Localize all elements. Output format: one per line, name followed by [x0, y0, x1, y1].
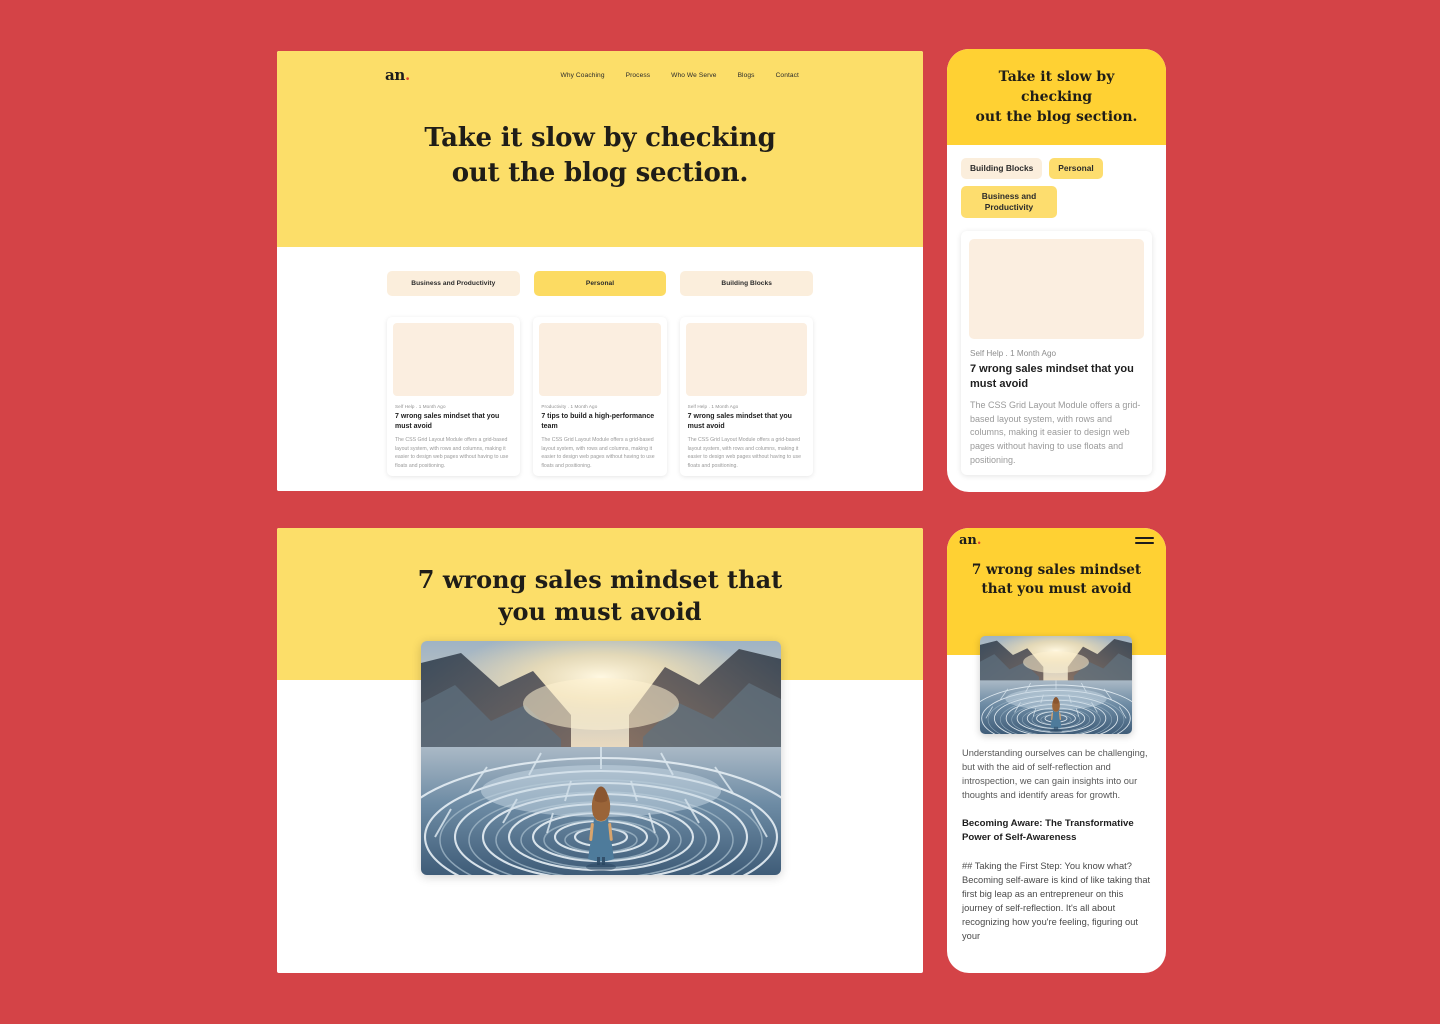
blog-card-title[interactable]: 7 wrong sales mindset that you must avoi… [970, 362, 1143, 391]
mobile-article-title-line2: that you must avoid [981, 581, 1132, 598]
desktop-article-panel: 7 wrong sales mindset that you must avoi… [277, 528, 923, 973]
mobile-hero-title-line1: Take it slow by checking [998, 68, 1115, 105]
blog-card-title[interactable]: 7 wrong sales mindset that you must avoi… [688, 412, 805, 431]
mobile-category-filters: Building Blocks Personal Business and Pr… [961, 158, 1152, 219]
mobile-hero-title: Take it slow by checking out the blog se… [963, 67, 1150, 128]
blog-card-date: 1 Month Ago [711, 404, 739, 409]
blog-card-meta: Self Help . 1 Month Ago [395, 404, 512, 409]
filter-personal[interactable]: Personal [533, 271, 667, 296]
blog-card-date: 1 Month Ago [1010, 349, 1057, 359]
blog-card-meta: Self Help . 1 Month Ago [688, 404, 805, 409]
brand-logo-text: an [959, 533, 977, 548]
blog-card-meta-separator: . [708, 404, 710, 409]
filter-building-blocks[interactable]: Building Blocks [961, 158, 1043, 180]
blog-card-meta-separator: . [567, 404, 570, 409]
blog-card-description: The CSS Grid Layout Module offers a grid… [541, 437, 655, 469]
blog-card-meta-separator: . [415, 404, 418, 409]
nav-item-who-we-serve[interactable]: Who We Serve [671, 72, 716, 79]
desktop-blog-list-panel: an. Why Coaching Process Who We Serve Bl… [277, 51, 923, 491]
mobile-article-title: 7 wrong sales mindset that you must avoi… [947, 561, 1166, 599]
mobile-article-intro-paragraph: Understanding ourselves can be challengi… [962, 748, 1148, 800]
blog-card[interactable]: Self Help . 1 Month Ago 7 wrong sales mi… [961, 231, 1152, 476]
blog-card-date: 1 Month Ago [418, 404, 446, 409]
blog-card-thumbnail [393, 323, 515, 396]
brand-logo-dot: . [976, 533, 982, 548]
blog-card-category: Self Help [687, 404, 708, 409]
desktop-hero-title-line2: out the blog section. [451, 157, 749, 188]
desktop-blog-card-grid: Self Help . 1 Month Ago 7 wrong sales mi… [387, 317, 813, 476]
blog-card-date: 1 Month Ago [570, 404, 598, 409]
maze-illustration-icon [421, 641, 781, 875]
desktop-hero-title-line1: Take it slow by checking [424, 123, 776, 153]
blog-card-thumbnail [969, 239, 1144, 340]
desktop-nav-links: Why Coaching Process Who We Serve Blogs … [561, 72, 895, 79]
blog-card-meta-separator: . [1005, 349, 1008, 359]
screenshot-stage: an. Why Coaching Process Who We Serve Bl… [0, 0, 1440, 1024]
blog-card-description: The CSS Grid Layout Module offers a grid… [687, 437, 801, 469]
mobile-hero-title-line2: out the blog section. [975, 109, 1138, 126]
mobile-article-section-paragraph: ## Taking the First Step: You know what?… [962, 860, 1151, 942]
blog-card-category: Self Help [395, 404, 415, 409]
nav-item-why-coaching[interactable]: Why Coaching [561, 72, 605, 79]
blog-card-thumbnail [685, 323, 807, 396]
mobile-blog-body: Building Blocks Personal Business and Pr… [947, 145, 1166, 476]
desktop-blog-body: Business and Productivity Personal Build… [277, 247, 923, 491]
desktop-category-filters: Business and Productivity Personal Build… [387, 247, 814, 296]
article-title-line2: you must avoid [498, 597, 702, 627]
article-title: 7 wrong sales mindset that you must avoi… [277, 564, 923, 628]
mobile-blog-list-panel: Take it slow by checking out the blog se… [947, 49, 1166, 492]
mobile-article-panel: an. 7 wrong sales mindset that you must … [947, 528, 1166, 973]
blog-card-meta: Self Help . 1 Month Ago [970, 349, 1143, 358]
mobile-article-hero-image [980, 636, 1132, 734]
blog-card-title[interactable]: 7 tips to build a high-performance team [541, 412, 658, 431]
blog-card-title[interactable]: 7 wrong sales mindset that you must avoi… [395, 412, 512, 431]
maze-illustration-icon [980, 636, 1132, 734]
hamburger-menu-icon[interactable] [1135, 537, 1154, 544]
brand-logo-text: an [385, 66, 406, 84]
blog-card-description: The CSS Grid Layout Module offers a grid… [970, 399, 1141, 465]
blog-card-category: Productivity [541, 404, 567, 409]
filter-business-and-productivity[interactable]: Business and Productivity [387, 271, 520, 296]
blog-card[interactable]: Self Help . 1 Month Ago 7 wrong sales mi… [387, 317, 521, 476]
blog-card-thumbnail [539, 323, 661, 396]
brand-logo[interactable]: an. [385, 68, 410, 83]
filter-personal[interactable]: Personal [1049, 158, 1103, 180]
desktop-navbar: an. Why Coaching Process Who We Serve Bl… [277, 51, 923, 83]
blog-card-meta: Productivity . 1 Month Ago [541, 404, 658, 409]
filter-business-and-productivity[interactable]: Business and Productivity [961, 186, 1057, 219]
article-hero-image [421, 641, 781, 875]
blog-card-category: Self Help [970, 349, 1004, 359]
nav-item-contact[interactable]: Contact [776, 72, 799, 79]
blog-card[interactable]: Self Help . 1 Month Ago 7 wrong sales mi… [679, 317, 813, 476]
mobile-article-topbar: an. [947, 528, 1166, 547]
nav-item-blogs[interactable]: Blogs [738, 72, 755, 79]
brand-logo[interactable]: an. [959, 534, 981, 547]
desktop-hero-title: Take it slow by checking out the blog se… [277, 121, 923, 190]
mobile-article-title-line1: 7 wrong sales mindset [971, 562, 1142, 578]
desktop-hero: an. Why Coaching Process Who We Serve Bl… [277, 51, 923, 247]
mobile-article-section-heading: Becoming Aware: The Transformative Power… [962, 817, 1134, 843]
blog-card-description: The CSS Grid Layout Module offers a grid… [395, 437, 509, 469]
blog-card[interactable]: Productivity . 1 Month Ago 7 tips to bui… [533, 317, 667, 476]
mobile-hero: Take it slow by checking out the blog se… [947, 49, 1166, 145]
nav-item-process[interactable]: Process [626, 72, 651, 79]
brand-logo-dot: . [405, 66, 410, 84]
article-title-line1: 7 wrong sales mindset that [417, 565, 783, 594]
filter-building-blocks[interactable]: Building Blocks [680, 271, 814, 296]
